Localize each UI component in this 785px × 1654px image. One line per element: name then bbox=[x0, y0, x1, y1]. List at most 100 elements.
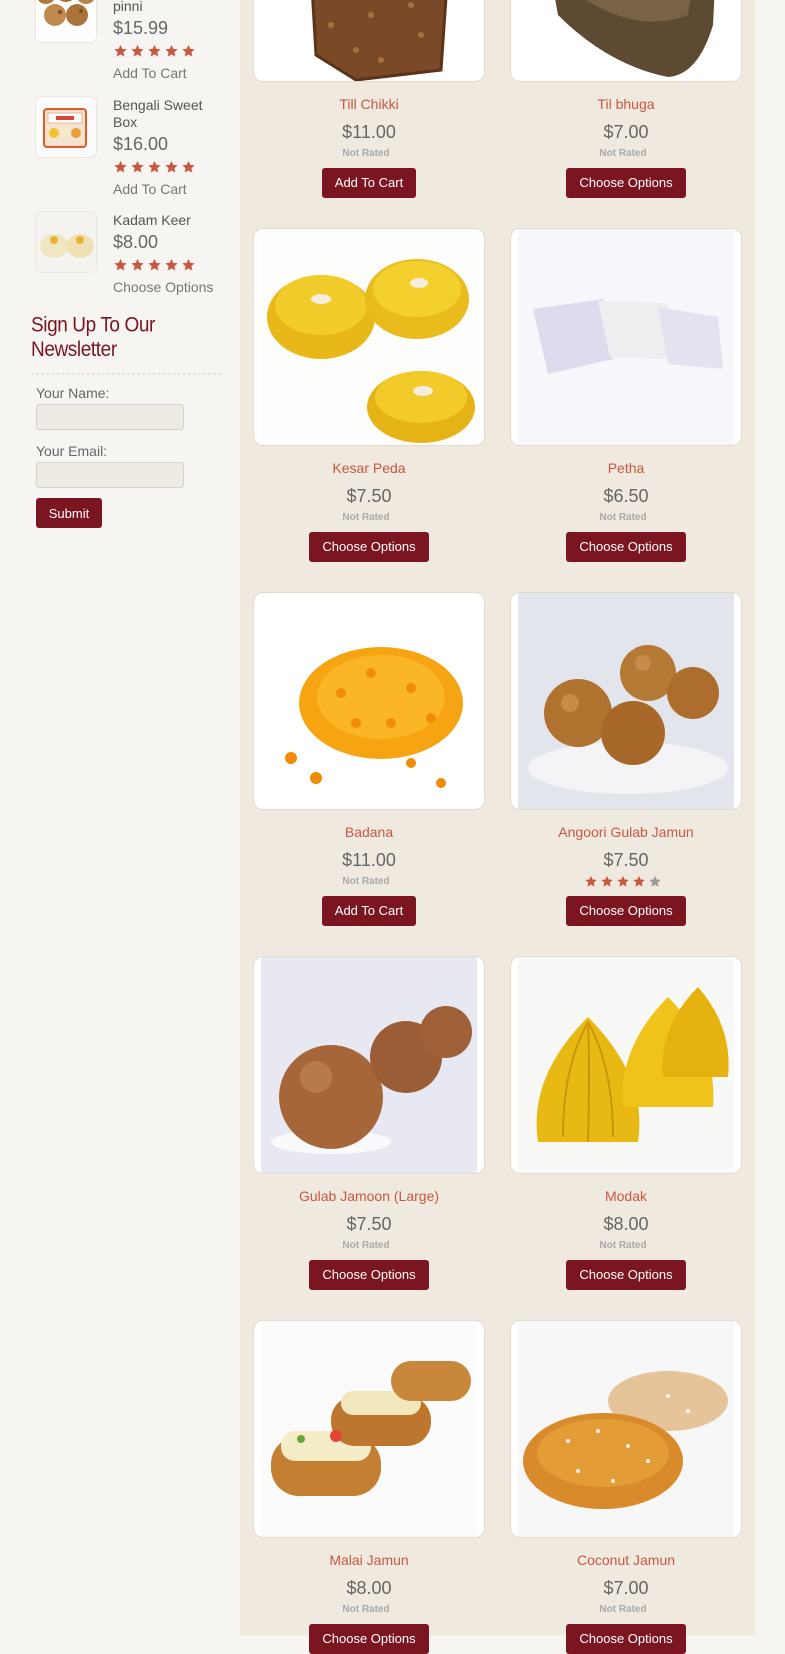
product-name[interactable]: Till Chikki bbox=[253, 95, 485, 113]
star-icon bbox=[165, 258, 178, 271]
star-icon bbox=[114, 160, 127, 173]
sweet-box-thumbnail[interactable] bbox=[36, 97, 96, 157]
product-price: $11.00 bbox=[342, 122, 396, 142]
add-to-cart-link[interactable]: Add To Cart bbox=[113, 64, 228, 82]
sidebar-product-price: $8.00 bbox=[113, 232, 159, 252]
product-name[interactable]: Coconut Jamun bbox=[510, 1551, 742, 1569]
submit-button[interactable]: Submit bbox=[36, 498, 102, 528]
choose-options-button[interactable]: Choose Options bbox=[566, 1624, 686, 1654]
malai-jamun-image[interactable] bbox=[253, 1320, 485, 1538]
product-price: $11.00 bbox=[342, 850, 396, 870]
star-icon bbox=[114, 258, 127, 271]
product-card-kesar-peda: Kesar Peda $7.50 Not Rated Choose Option… bbox=[253, 228, 485, 562]
product-price: $8.00 bbox=[603, 1214, 649, 1234]
badana-image[interactable] bbox=[253, 592, 485, 810]
modak-image[interactable] bbox=[510, 956, 742, 1174]
star-icon bbox=[585, 875, 597, 887]
rating-stars bbox=[504, 875, 742, 888]
rating-status: Not Rated bbox=[342, 1240, 390, 1251]
product-price: $7.00 bbox=[603, 1578, 649, 1598]
product-price: $6.50 bbox=[603, 486, 649, 506]
sidebar-product-price: $15.99 bbox=[113, 18, 169, 38]
star-icon bbox=[601, 875, 613, 887]
star-icon bbox=[165, 44, 178, 57]
till-chikki-image[interactable] bbox=[253, 0, 485, 82]
choose-options-button[interactable]: Choose Options bbox=[566, 168, 686, 198]
sidebar: pinni $15.99 Add To Cart Bengali Sweet B… bbox=[0, 0, 240, 1635]
product-name[interactable]: Til bhuga bbox=[510, 95, 742, 113]
star-icon bbox=[182, 44, 195, 57]
product-name[interactable]: Badana bbox=[253, 823, 485, 841]
product-name[interactable]: Petha bbox=[510, 459, 742, 477]
newsletter-title: Sign Up To Our Newsletter bbox=[31, 314, 221, 375]
laddu-thumbnail[interactable] bbox=[36, 0, 96, 42]
star-icon bbox=[182, 160, 195, 173]
rating-status: Not Rated bbox=[599, 148, 647, 159]
product-price: $7.00 bbox=[603, 122, 649, 142]
star-icon bbox=[131, 44, 144, 57]
rating-status: Not Rated bbox=[342, 876, 390, 887]
product-grid: Till Chikki $11.00 Not Rated Add To Cart… bbox=[240, 0, 755, 1654]
name-field-label: Your Name: bbox=[36, 385, 110, 401]
email-field[interactable] bbox=[36, 462, 184, 488]
choose-options-button[interactable]: Choose Options bbox=[566, 1260, 686, 1290]
kesar-peda-image[interactable] bbox=[253, 228, 485, 446]
til-bhuga-image[interactable] bbox=[510, 0, 742, 82]
star-icon bbox=[131, 258, 144, 271]
product-name[interactable]: Malai Jamun bbox=[253, 1551, 485, 1569]
sidebar-product-name[interactable]: pinni bbox=[113, 0, 228, 15]
product-price: $8.00 bbox=[346, 1578, 392, 1598]
product-name[interactable]: Gulab Jamoon (Large) bbox=[253, 1187, 485, 1205]
product-card-petha: Petha $6.50 Not Rated Choose Options bbox=[510, 228, 742, 562]
petha-image[interactable] bbox=[510, 228, 742, 446]
kadam-keer-thumbnail[interactable] bbox=[36, 212, 96, 272]
name-field[interactable] bbox=[36, 404, 184, 430]
product-card-modak: Modak $8.00 Not Rated Choose Options bbox=[510, 956, 742, 1290]
star-icon bbox=[617, 875, 629, 887]
angoori-gulab-jamun-image[interactable] bbox=[510, 592, 742, 810]
star-icon bbox=[148, 258, 161, 271]
email-field-label: Your Email: bbox=[36, 443, 108, 459]
choose-options-button[interactable]: Choose Options bbox=[309, 532, 429, 562]
product-price: $7.50 bbox=[346, 1214, 392, 1234]
star-icon bbox=[114, 44, 127, 57]
rating-status: Not Rated bbox=[599, 1240, 647, 1251]
product-card-coconut-jamun: Coconut Jamun $7.00 Not Rated Choose Opt… bbox=[510, 1320, 742, 1654]
coconut-jamun-image[interactable] bbox=[510, 1320, 742, 1538]
star-icon bbox=[182, 258, 195, 271]
add-to-cart-button[interactable]: Add To Cart bbox=[321, 168, 417, 198]
choose-options-button[interactable]: Choose Options bbox=[566, 532, 686, 562]
choose-options-link[interactable]: Choose Options bbox=[113, 278, 228, 296]
product-card-malai-jamun: Malai Jamun $8.00 Not Rated Choose Optio… bbox=[253, 1320, 485, 1654]
product-card-badana: Badana $11.00 Not Rated Add To Cart bbox=[253, 592, 485, 926]
product-price: $7.50 bbox=[603, 850, 649, 870]
star-icon bbox=[131, 160, 144, 173]
product-name[interactable]: Modak bbox=[510, 1187, 742, 1205]
product-name[interactable]: Angoori Gulab Jamun bbox=[510, 823, 742, 841]
product-name[interactable]: Kesar Peda bbox=[253, 459, 485, 477]
choose-options-button[interactable]: Choose Options bbox=[566, 896, 686, 926]
rating-status: Not Rated bbox=[599, 1604, 647, 1615]
rating-status: Not Rated bbox=[342, 148, 390, 159]
newsletter-signup: Sign Up To Our Newsletter Your Name: You… bbox=[31, 314, 221, 528]
product-price: $7.50 bbox=[346, 486, 392, 506]
star-icon bbox=[148, 44, 161, 57]
star-icon bbox=[633, 875, 645, 887]
choose-options-button[interactable]: Choose Options bbox=[309, 1260, 429, 1290]
rating-status: Not Rated bbox=[599, 512, 647, 523]
product-card-till-chikki: Till Chikki $11.00 Not Rated Add To Cart bbox=[253, 0, 485, 198]
choose-options-button[interactable]: Choose Options bbox=[309, 1624, 429, 1654]
star-icon bbox=[148, 160, 161, 173]
add-to-cart-link[interactable]: Add To Cart bbox=[113, 180, 228, 198]
rating-stars bbox=[113, 44, 228, 58]
product-card-til-bhuga: Til bhuga $7.00 Not Rated Choose Options bbox=[510, 0, 742, 198]
add-to-cart-button[interactable]: Add To Cart bbox=[321, 896, 417, 926]
product-card-angoori-gulab-jamun: Angoori Gulab Jamun $7.50 Choose Options bbox=[510, 592, 742, 926]
sidebar-product-name[interactable]: Bengali Sweet Box bbox=[113, 97, 228, 131]
gulab-jamoon-image[interactable] bbox=[253, 956, 485, 1174]
rating-status: Not Rated bbox=[342, 512, 390, 523]
rating-stars bbox=[113, 258, 228, 272]
star-icon bbox=[165, 160, 178, 173]
sidebar-product-price: $16.00 bbox=[113, 134, 169, 154]
sidebar-product-name[interactable]: Kadam Keer bbox=[113, 212, 228, 229]
